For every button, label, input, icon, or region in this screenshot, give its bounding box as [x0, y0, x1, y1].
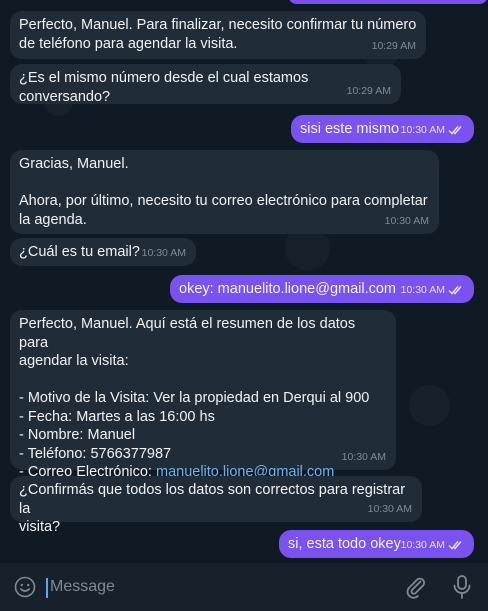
message-text: Gracias, Manuel. Ahora, por último, neces…	[19, 156, 428, 228]
message-text: Perfecto, Manuel. Para finalizar, necesi…	[19, 17, 417, 52]
incoming-message[interactable]: Perfecto, Manuel. Aquí está el resumen d…	[10, 310, 396, 480]
outgoing-message[interactable]: sisi este mismo 10:30 AM	[291, 115, 474, 143]
incoming-message[interactable]: ¿Confirmás que todos los datos son corre…	[10, 476, 422, 535]
double-check-icon	[448, 285, 464, 295]
smile-emoji-icon[interactable]	[14, 576, 36, 598]
double-check-icon	[448, 125, 464, 135]
microphone-icon[interactable]	[451, 574, 473, 600]
incoming-message[interactable]: ¿Es el mismo número desde el cual estamo…	[10, 64, 401, 105]
incoming-message[interactable]: Gracias, Manuel. Ahora, por último, neces…	[10, 150, 439, 234]
message-status: 10:30 AM	[401, 281, 464, 300]
message-time: 10:30 AM	[367, 502, 412, 515]
message-time: 10:30 AM	[384, 214, 429, 227]
message-time: 10:30 AM	[400, 283, 445, 296]
previous-outgoing-message-edge	[288, 0, 488, 4]
message-time: 10:29 AM	[371, 39, 416, 52]
incoming-message[interactable]: ¿Cuál es tu email? 10:30 AM	[10, 238, 196, 266]
incoming-message[interactable]: Perfecto, Manuel. Para finalizar, necesi…	[10, 11, 426, 59]
double-check-icon	[448, 540, 464, 550]
message-time: 10:30 AM	[341, 450, 386, 463]
chat-area: Perfecto, Manuel. Para finalizar, necesi…	[0, 0, 488, 563]
message-text: ¿Es el mismo número desde el cual estamo…	[19, 70, 313, 105]
outgoing-message[interactable]: si, esta todo okey 10:30 AM	[279, 530, 474, 558]
message-status: 10:30 AM	[401, 536, 464, 555]
message-composer	[0, 563, 488, 611]
message-time: 10:29 AM	[346, 84, 391, 97]
message-text: ¿Confirmás que todos los datos son corre…	[19, 482, 410, 535]
message-time: 10:30 AM	[400, 123, 445, 136]
paperclip-icon[interactable]	[404, 575, 428, 599]
text-cursor	[46, 578, 48, 598]
message-input[interactable]	[50, 575, 380, 599]
outgoing-message[interactable]: okey: manuelito.lione@gmail.com 10:30 AM	[170, 275, 474, 303]
message-time: 10:30 AM	[141, 246, 186, 259]
message-status: 10:30 AM	[401, 121, 464, 140]
message-text: Perfecto, Manuel. Aquí está el resumen d…	[19, 316, 370, 480]
message-time: 10:30 AM	[400, 538, 445, 551]
